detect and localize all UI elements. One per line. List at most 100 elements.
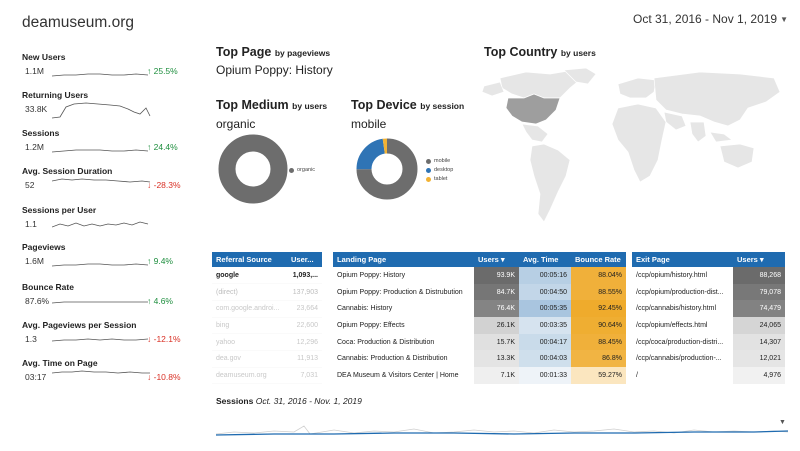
table-row[interactable]: (direct) 137,903 [212,283,322,301]
table-row[interactable]: /ccp/coca/production-distri... 14,307 [632,333,785,351]
sparkline [52,149,149,153]
metric-change: ↓ -28.3% [147,180,181,190]
legend-dot [426,167,431,173]
table-row[interactable]: dea.gov 11,913 [212,350,322,368]
top-page-suffix: by pageviews [274,48,331,58]
table-row[interactable]: Cannabis: History 76.4K 00:05:35 92.45% [333,300,626,318]
region-india[interactable] [689,121,707,143]
col-users[interactable]: User... [287,252,322,267]
metric-value: 1.6M [25,256,44,266]
cell-users: 4,976 [733,367,785,384]
region-central-america[interactable] [521,123,549,143]
region-europe[interactable] [617,77,657,99]
cell-page: Opium Poppy: History [337,271,406,279]
chevron-down-icon[interactable]: ▼ [779,419,786,426]
top-medium-suffix: by users [292,101,328,111]
table-row[interactable]: yahoo 12,296 [212,333,322,351]
top-device-suffix: by session [420,101,465,111]
cell-users: 14,307 [733,333,785,351]
cell-users: 12,021 [733,350,785,368]
cell-users: 84.7K [474,283,519,301]
table-row[interactable]: bing 22,600 [212,317,322,335]
exit-page-table: Exit Page Users ▾ /ccp/opium/history.htm… [632,252,785,384]
metric-sessions: Sessions 1.2M ↑ 24.4% [22,128,212,162]
metric-change: ↑ 9.4% [147,256,173,266]
region-alaska[interactable] [481,81,505,97]
region-indonesia[interactable] [709,131,733,143]
sparkline [52,178,151,183]
metric-sessions-per-user: Sessions per User 1.1 [22,205,212,239]
cell-source: yahoo [212,333,288,351]
table-row[interactable]: / 4,976 [632,367,785,384]
cell-bounce-rate: 86.8% [571,350,626,368]
region-united-states[interactable] [505,93,561,125]
legend-dot [289,167,294,173]
metric-value: 1.2M [25,142,44,152]
metric-new-users: New Users 1.1M ↑ 25.5% [22,52,212,86]
table-header-row: Referral Source User... [212,252,322,267]
cell-users: 11,913 [287,350,322,368]
table-row[interactable]: /ccp/opium/history.html 88,268 [632,267,785,284]
sparkline [52,263,149,267]
table-row[interactable]: DEA Museum & Visitors Center | Home 7.1K… [333,367,626,384]
table-row[interactable]: /ccp/cannabis/production-... 12,021 [632,350,785,368]
table-header-row: Landing Page Users ▾ Avg. Time Bounce Ra… [333,252,626,267]
col-landing-page[interactable]: Landing Page [333,252,474,267]
cell-users: 15.7K [474,333,519,351]
table-row[interactable]: com.google.androi... 23,664 [212,300,322,318]
region-australia[interactable] [719,143,755,169]
table-row[interactable]: Opium Poppy: History 93.9K 00:05:16 88.0… [333,267,626,284]
metric-avg-time-on-page: Avg. Time on Page 03:17 ↓ -10.8% [22,358,212,392]
table-row[interactable]: Opium Poppy: Effects 26.1K 00:03:35 90.6… [333,317,626,334]
metric-value: 33.8K [25,104,48,114]
metric-avg-pageviews-per-session: Avg. Pageviews per Session 1.3 ↓ -12.1% [22,320,212,354]
table-row[interactable]: /ccp/opium/effects.html 24,065 [632,317,785,334]
date-range-picker[interactable]: Oct 31, 2016 - Nov 1, 2019 ▼ [633,12,788,26]
table-row[interactable]: Coca: Production & Distribution 15.7K 00… [333,333,626,351]
legend-item: organic [289,167,315,173]
region-south-america[interactable] [529,143,571,223]
cell-page: /ccp/coca/production-distri... [636,338,724,346]
col-users[interactable]: Users ▾ [474,252,519,267]
cell-source: deamuseum.org [212,367,288,385]
cell-users: 137,903 [287,283,322,301]
col-exit-page[interactable]: Exit Page [632,252,733,267]
cell-users: 12,296 [287,333,322,351]
legend-label: mobile [434,158,451,164]
table-row[interactable]: deamuseum.org 7,031 [212,367,322,385]
referral-source-table: Referral Source User... google 1,093,... … [212,252,322,385]
metric-bounce-rate: Bounce Rate 87.6% ↑ 4.6% [22,282,212,316]
table-row[interactable]: Cannabis: Production & Distribution 13.3… [333,350,626,368]
table-row[interactable]: google 1,093,... [212,267,322,285]
legend-label: desktop [434,167,454,173]
cell-bounce-rate: 88.04% [571,267,626,284]
site-title: deamuseum.org [22,14,135,31]
col-users[interactable]: Users ▾ [733,252,785,267]
metric-value: 87.6% [25,296,50,306]
region-middle-east[interactable] [663,111,687,131]
region-africa[interactable] [611,103,667,183]
col-avg-time[interactable]: Avg. Time [519,252,571,267]
table-row[interactable]: /ccp/cannabis/history.html 74,479 [632,300,785,318]
table-row[interactable]: /ccp/opium/production-dist... 79,078 [632,283,785,301]
cell-source: google [212,267,288,285]
cell-page: Cannabis: Production & Distribution [337,355,448,363]
col-referral-source[interactable]: Referral Source [212,252,288,267]
cell-avg-time: 00:05:35 [519,300,571,318]
cell-avg-time: 00:04:17 [519,333,571,351]
chevron-down-icon[interactable]: ▼ [780,15,788,26]
cell-page: / [636,371,638,379]
legend-item: tablet [426,176,453,182]
legend-label: tablet [434,176,448,182]
donut-slice-organic[interactable] [218,134,288,204]
cell-users: 13.3K [474,350,519,368]
metric-value: 1.3 [25,334,37,344]
cell-bounce-rate: 59.27% [571,367,626,384]
cell-users: 26.1K [474,317,519,334]
cell-page: /ccp/opium/effects.html [636,321,708,329]
col-bounce-rate[interactable]: Bounce Rate [571,252,626,267]
cell-source: com.google.androi... [212,300,288,318]
metric-change: ↓ -12.1% [147,334,181,344]
metric-value: 03:17 [25,372,47,382]
table-row[interactable]: Opium Poppy: Production & Distrubution 8… [333,283,626,301]
